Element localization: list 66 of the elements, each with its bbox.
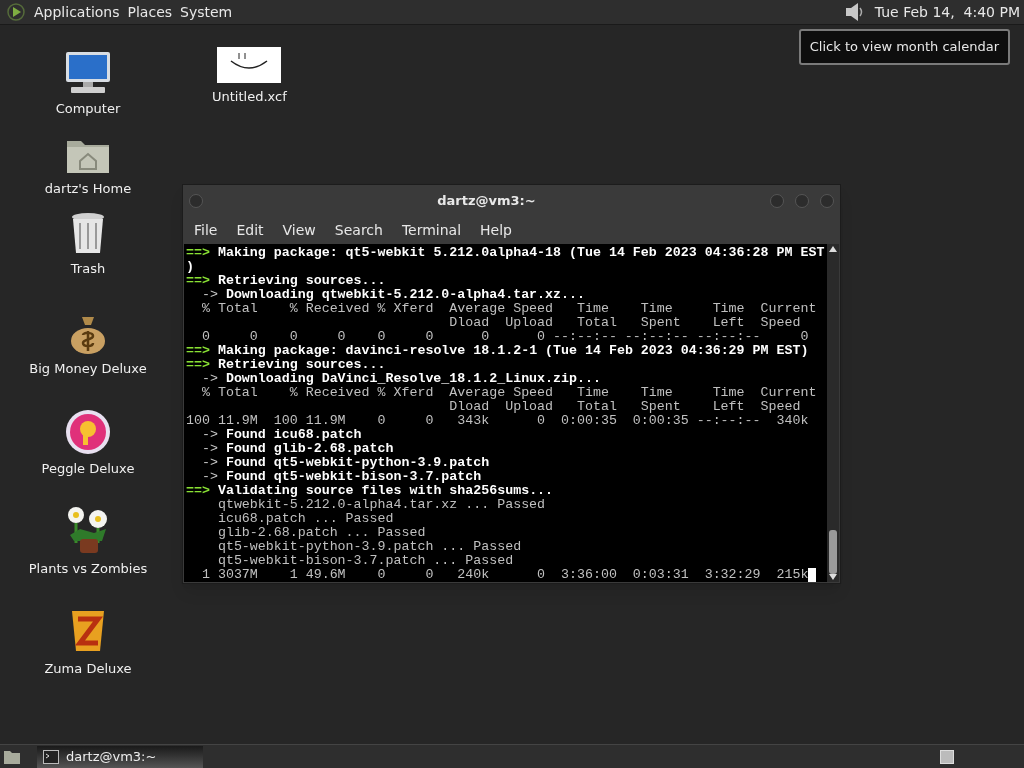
terminal-text: 0 0 0 0 0 0 0 0 --:--:-- --:--:-- --:--:-- 0 [200, 330, 809, 344]
computer-icon [63, 50, 113, 95]
taskbar-button[interactable]: dartz@vm3:~ [37, 745, 203, 768]
panel-menu[interactable]: System [180, 1, 233, 23]
terminal-text: 100 11.9M 100 11.9M 0 0 343k 0 0:00:35 0:00:35 --:--:-- 340k [186, 414, 809, 428]
tooltip: Click to view month calendar [798, 29, 1010, 65]
terminal-text: qt5-webkit-python-3.9.patch ... Passed [216, 540, 522, 554]
terminal-text: Retrieving sources... [217, 358, 386, 372]
prompt-marker: ==> [186, 358, 210, 372]
desktop-icon-label[interactable]: Plants vs Zombies [28, 558, 148, 578]
desktop-icon-label[interactable]: Trash [70, 258, 106, 278]
terminal-text: % Total % Received % Xferd Average Speed Time Time Time Current [200, 386, 817, 400]
menu-item[interactable]: Help [472, 219, 520, 241]
panel-menu[interactable]: Places [127, 1, 173, 23]
terminal-text: 1 3037M 1 49.6M 0 0 240k 0 3:36:00 0:03:31 3:32:29 215k [200, 568, 809, 582]
terminal-text: Making package: qt5-webkit 5.212.0alpha4-18 (Tue 14 Feb 2023 04:36:28 PM EST [217, 246, 825, 260]
panel-menu[interactable]: Applications [34, 1, 120, 23]
terminal-text: Making package: davinci-resolve 18.1.2-1 (Tue 14 Feb 2023 04:36:29 PM EST) [217, 344, 809, 358]
terminal-text: qtwebkit-5.212.0-alpha4.tar.xz ... Passed [216, 498, 546, 512]
terminal-text: Dload Upload Total Spent Left Speed [448, 400, 801, 414]
desktop-folder-icon[interactable] [3, 748, 21, 765]
prompt-marker: ==> [186, 246, 210, 260]
step-marker: -> [201, 428, 218, 442]
terminal-text: Found glib-2.68.patch [225, 442, 394, 456]
prompt-marker: ==> [186, 484, 210, 498]
menu-logo-icon [6, 2, 26, 22]
terminal-text: Dload Upload Total Spent Left Speed [448, 316, 801, 330]
terminal-text: Found qt5-webkit-python-3.9.patch [225, 456, 490, 470]
terminal-text: qt5-webkit-bison-3.7.patch ... Passed [216, 554, 514, 568]
terminal-text: ) [186, 260, 194, 274]
prompt-marker: ==> [186, 274, 210, 288]
scrollbar[interactable] [827, 244, 839, 582]
terminal-text: glib-2.68.patch ... Passed [216, 526, 426, 540]
clock[interactable]: Tue Feb 14, 4:40 PM [874, 1, 1020, 23]
ball-icon [65, 408, 111, 455]
scroll-up-icon[interactable] [829, 246, 837, 252]
terminal-text: Downloading DaVinci_Resolve_18.1.2_Linux.zip... [225, 372, 601, 386]
menu-item[interactable]: File [186, 219, 226, 241]
menu-item[interactable]: View [274, 219, 324, 241]
desktop-icon-label[interactable]: Peggle Deluxe [41, 458, 135, 478]
step-marker: -> [201, 372, 218, 386]
scrollbar-thumb[interactable] [829, 530, 837, 574]
terminal-text: Downloading qtwebkit-5.212.0-alpha4.tar.xz... [225, 288, 585, 302]
terminal-text: Validating source files with sha256sums... [217, 484, 554, 498]
terminal-text: % Total % Received % Xferd Average Speed Time Time Time Current [200, 302, 817, 316]
desktop-icon-label[interactable]: Untitled.xcf [212, 87, 287, 107]
desktop-icon-label[interactable]: Big Money Deluxe [29, 358, 147, 378]
terminal-text: Found qt5-webkit-bison-3.7.patch [225, 470, 482, 484]
desktop-icon-label[interactable]: Computer [55, 98, 121, 118]
menu-item[interactable]: Edit [228, 219, 272, 241]
prompt-marker: ==> [186, 344, 210, 358]
window-title: dartz@vm3:~ [436, 192, 537, 210]
menu-item[interactable]: Search [326, 219, 391, 241]
step-marker: -> [201, 456, 218, 470]
step-marker: -> [201, 442, 218, 456]
trash-icon [70, 210, 106, 255]
desktop-icon-label[interactable]: Zuma Deluxe [44, 658, 132, 678]
terminal-icon [43, 749, 59, 764]
menu-item[interactable]: Terminal [393, 219, 470, 241]
step-marker: -> [201, 470, 218, 484]
workspace-switcher[interactable] [940, 749, 954, 764]
terminal-text: icu68.patch ... Passed [216, 512, 394, 526]
step-marker: -> [201, 288, 218, 302]
terminal-text: Found icu68.patch [225, 428, 362, 442]
desktop-icon-label[interactable]: dartz's Home [44, 178, 132, 198]
terminal-text: Retrieving sources... [217, 274, 386, 288]
